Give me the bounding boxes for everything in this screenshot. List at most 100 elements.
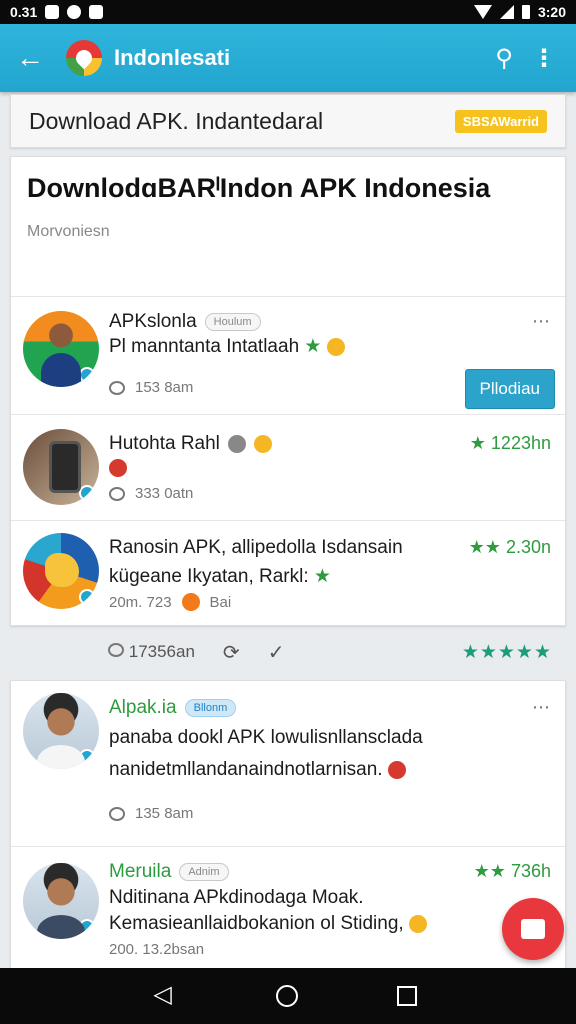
rating-value: 1223hn (490, 433, 551, 453)
list-item[interactable]: Hutohta Rahl 333 0atn ★ 1223hn (11, 415, 565, 521)
status-time: 3:20 (537, 4, 566, 20)
avatar[interactable] (23, 533, 99, 609)
post-text: Pl manntanta Intatlaah ★ (109, 335, 345, 358)
verified-icon (79, 367, 95, 383)
emoji-icon (408, 914, 427, 933)
emoji-icon (326, 337, 345, 356)
list-item[interactable]: APKslonla Houlum Pl manntanta Intatlaah … (11, 297, 565, 415)
comment-icon[interactable] (109, 486, 125, 501)
post-text-line: Nditinana APkdinodaga Moak. (109, 887, 364, 908)
system-nav-bar (0, 968, 576, 1024)
author-name: Alpak.ia (109, 697, 177, 718)
notification-icon (45, 5, 60, 19)
fire-icon (181, 593, 200, 611)
author-tag: Bllonm (184, 699, 237, 717)
author-name: APKslonla (109, 311, 197, 332)
avatar[interactable] (23, 311, 99, 387)
post-meta: 20m. 723 Bai (109, 593, 231, 611)
compass-icon (227, 435, 246, 453)
post-meta-tail: Bai (209, 593, 232, 611)
comment-count: 17356an (128, 642, 195, 661)
post-meta: 135 8am (109, 805, 193, 822)
status-time-left: 0.31 (10, 4, 38, 20)
comment-action[interactable]: 17356an (108, 642, 195, 662)
header-strip: Download APK. Indantedaral SBSAWarrid (10, 94, 566, 148)
rating-value: 2.30n (505, 537, 551, 557)
strip-title: Download APK. Indantedaral (29, 107, 324, 134)
share-icon[interactable]: ⟳ (223, 640, 240, 665)
notification-icon (89, 5, 104, 19)
author-tag: Adnim (179, 863, 229, 881)
post-actions: 17356an ⟳ ✓ ★★★★★ (10, 632, 566, 672)
list-item[interactable]: Ranosin APK, allipedolla Isdansain kügea… (11, 521, 565, 625)
star-icon: ★ (313, 566, 331, 587)
notification-icon (67, 5, 82, 19)
comment-icon (108, 643, 124, 657)
avatar[interactable] (23, 429, 99, 505)
comment-icon[interactable] (109, 806, 125, 821)
avatar[interactable] (23, 863, 99, 939)
post-title: Ranosin APK, allipedolla Isdansain (109, 537, 403, 558)
signal-icon (499, 5, 514, 19)
post-author[interactable]: APKslonla Houlum (109, 311, 261, 333)
nav-home-icon[interactable] (275, 985, 298, 1007)
more-options-icon[interactable]: ⋯ (532, 697, 551, 718)
feed-card: DownlodɑBARˡIndon APK Indonesia Morvonie… (10, 156, 566, 626)
card-header: DownlodɑBARˡIndon APK Indonesia Morvonie… (11, 157, 565, 297)
post-text-line: panaba dookl APK lowulisnllansclada (109, 727, 423, 748)
comment-icon[interactable] (109, 380, 125, 395)
app-logo-icon (66, 40, 102, 76)
star-icon: ★ (304, 336, 322, 357)
post-meta: 200. 13.2bsan (109, 941, 204, 958)
rating: ★★ 2.30n (469, 537, 551, 558)
post-meta: 153 8am (109, 379, 193, 396)
location-icon (109, 458, 127, 477)
post-author[interactable]: Alpak.ia Bllonm (109, 697, 237, 719)
post-meta-text: 200. 13.2bsan (109, 941, 205, 958)
list-item[interactable]: Meruila Adnim Nditinana APkdinodaga Moak… (11, 847, 565, 969)
battery-icon (521, 5, 530, 19)
post-text-line: nanidetmllandanaindnotlarnisan. (109, 759, 383, 780)
list-item[interactable]: Alpak.ia Bllonm panaba dookl APK lowulis… (11, 681, 565, 847)
star-icon: ★★ (473, 861, 506, 881)
post-author[interactable]: Meruila Adnim (109, 861, 229, 883)
rating: ★ 1223hn (470, 433, 551, 454)
verified-icon (79, 919, 95, 935)
post-text: kügeane Ikyatan, Rarkl: ★ (109, 565, 331, 588)
rating-value: 736h (510, 861, 551, 881)
author-name: Hutohta Rahl (109, 433, 220, 454)
avatar[interactable] (23, 693, 99, 769)
more-vert-icon[interactable]: ⋮ (524, 44, 564, 73)
search-icon[interactable]: ⚲ (484, 44, 524, 73)
post-text: nanidetmllandanaindnotlarnisan. (109, 759, 406, 781)
post-text: Kemasieanllaidbokanion ol Stiding, (109, 913, 427, 935)
like-icon[interactable]: ✓ (268, 640, 285, 665)
post-text-line: Pl manntanta Intatlaah (109, 336, 300, 357)
verified-icon (79, 589, 95, 605)
more-options-icon[interactable]: ⋯ (532, 311, 551, 332)
rating: ★★ 736h (474, 861, 551, 882)
nav-recents-icon[interactable] (396, 986, 417, 1006)
post-meta-text: 20m. 723 (109, 593, 172, 611)
post-author[interactable]: Hutohta Rahl (109, 433, 272, 455)
feed-card: Alpak.ia Bllonm panaba dookl APK lowulis… (10, 680, 566, 970)
star-icon: ★ (469, 433, 486, 453)
card-title: DownlodɑBARˡIndon APK Indonesia (27, 173, 491, 203)
verified-icon (79, 485, 95, 501)
nav-back-icon[interactable] (153, 980, 177, 1009)
star-icon: ★★ (468, 537, 501, 557)
wifi-icon (473, 5, 492, 19)
emoji-icon (253, 435, 272, 453)
back-arrow-icon[interactable]: ← (16, 44, 56, 72)
post-meta: 333 0atn (109, 485, 193, 502)
post-text (109, 457, 127, 479)
star-rating[interactable]: ★★★★★ (462, 641, 552, 664)
author-tag: Houlum (204, 313, 261, 331)
strip-badge[interactable]: SBSAWarrid (454, 109, 547, 133)
post-meta-text: 333 0atn (135, 485, 194, 502)
compose-fab-button[interactable] (502, 898, 564, 960)
post-text-line: kügeane Ikyatan, Rarkl: (109, 566, 309, 587)
app-bar: ← Indonlesati ⚲ ⋮ (0, 24, 576, 92)
follow-button[interactable]: Pllodiau (464, 369, 555, 409)
post-meta-text: 153 8am (135, 379, 194, 396)
